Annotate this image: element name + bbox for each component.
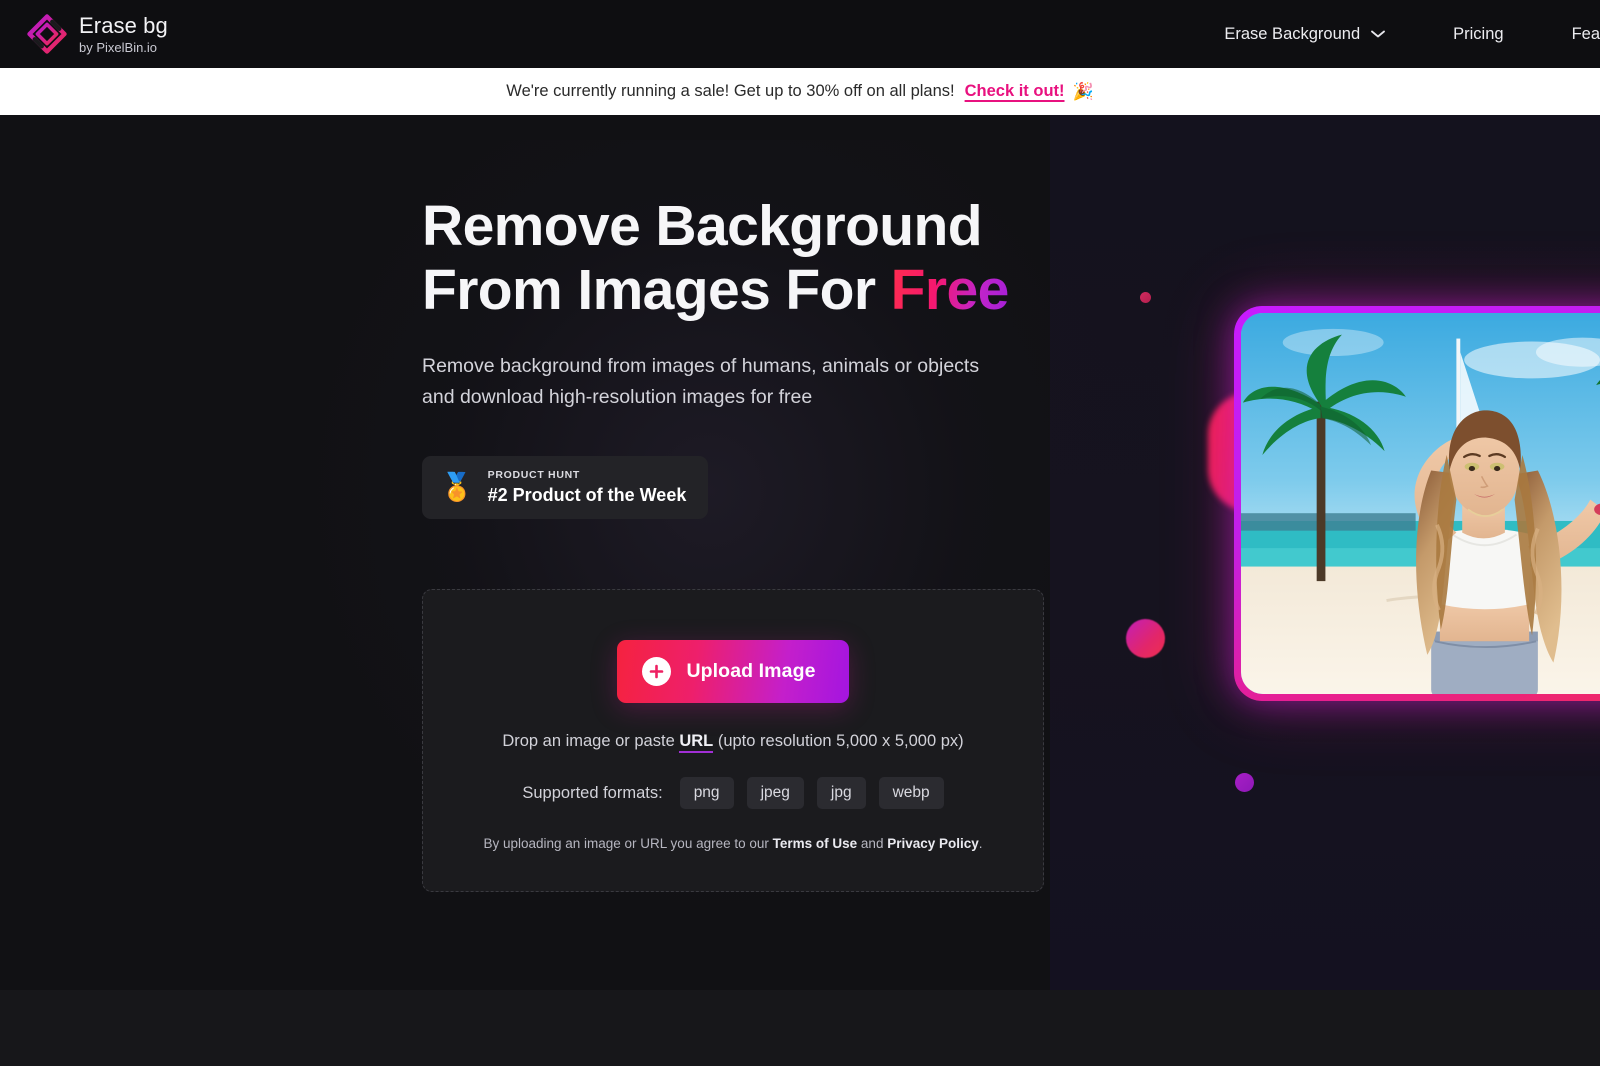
subhead-line-1: Remove background from images of humans,… xyxy=(422,354,980,377)
format-chip-jpg[interactable]: jpg xyxy=(816,777,866,809)
format-chip-webp[interactable]: webp xyxy=(878,777,944,809)
brand-tagline: by PixelBin.io xyxy=(79,39,158,55)
supported-formats-label: Supported formats: xyxy=(522,783,663,802)
medal-icon: 🏅 xyxy=(440,471,474,502)
hero-visual xyxy=(1100,250,1600,810)
hero-section: Remove Background From Images For Free R… xyxy=(422,194,1062,519)
nav-label-erase-background: Erase Background xyxy=(1224,24,1361,43)
headline-highlight-free: Free xyxy=(890,257,1010,322)
headline-line-1: Remove Background xyxy=(422,194,983,258)
paste-url-link[interactable]: URL xyxy=(679,732,714,753)
decorative-dot-large xyxy=(1126,619,1165,658)
brand-name: Erase bg xyxy=(79,12,168,38)
site-header: Erase bg by PixelBin.io Erase Background… xyxy=(0,0,1600,68)
drop-instruction-prefix: Drop an image or paste xyxy=(502,732,680,750)
nav-label-pricing: Pricing xyxy=(1453,24,1504,43)
legal-prefix: By uploading an image or URL you agree t… xyxy=(483,836,773,851)
upload-dropzone-card[interactable]: Upload Image Drop an image or paste URL … xyxy=(422,589,1044,892)
page-title: Remove Background From Images For Free xyxy=(422,194,1062,323)
page-root: Erase bg by PixelBin.io Erase Background… xyxy=(0,0,1600,1066)
promo-banner-text: We're currently running a sale! Get up t… xyxy=(506,82,955,100)
format-chip-png[interactable]: png xyxy=(679,777,734,809)
background-bottom-wash xyxy=(0,990,1600,1066)
product-hunt-badge-text: PRODUCT HUNT #2 Product of the Week xyxy=(488,469,687,506)
legal-suffix: . xyxy=(978,836,983,851)
decorative-dot-medium xyxy=(1235,773,1254,792)
privacy-policy-link[interactable]: Privacy Policy xyxy=(887,836,979,851)
product-hunt-title: #2 Product of the Week xyxy=(487,484,687,505)
format-chip-jpeg[interactable]: jpeg xyxy=(746,777,804,809)
chevron-down-icon[interactable] xyxy=(1371,30,1386,38)
nav-item-pricing[interactable]: Pricing xyxy=(1419,0,1537,68)
headline-line-2-prefix: From Images For xyxy=(422,257,891,322)
brand-logo[interactable]: Erase bg by PixelBin.io xyxy=(26,13,168,55)
promo-banner: We're currently running a sale! Get up t… xyxy=(0,68,1600,115)
nav-item-erase-background[interactable]: Erase Background xyxy=(1190,0,1419,68)
upload-image-button-label: Upload Image xyxy=(686,660,816,682)
sample-photo-frame xyxy=(1234,306,1600,701)
legal-and: and xyxy=(857,836,888,851)
nav-label-features: Fea xyxy=(1571,24,1600,43)
legal-disclaimer: By uploading an image or URL you agree t… xyxy=(483,836,982,851)
main-navigation: Erase Background Pricing Fea xyxy=(1190,0,1600,68)
brand-text-block: Erase bg by PixelBin.io xyxy=(79,12,168,55)
subhead-line-2: and download high-resolution images for … xyxy=(422,386,813,409)
product-hunt-kicker: PRODUCT HUNT xyxy=(487,468,581,481)
supported-formats-row: Supported formats: png jpeg jpg webp xyxy=(522,777,944,809)
party-popper-icon: 🎉 xyxy=(1072,81,1094,101)
sample-photo xyxy=(1241,313,1600,694)
nav-item-features[interactable]: Fea xyxy=(1538,0,1600,68)
promo-banner-link[interactable]: Check it out! xyxy=(965,82,1065,101)
plus-circle-icon xyxy=(642,657,672,686)
erasebg-diamond-logo-icon xyxy=(26,13,68,55)
terms-of-use-link[interactable]: Terms of Use xyxy=(773,836,858,851)
hero-subheading: Remove background from images of humans,… xyxy=(422,351,1062,414)
upload-image-button[interactable]: Upload Image xyxy=(617,640,849,703)
decorative-dot-small xyxy=(1140,292,1151,303)
drop-instruction-suffix: (upto resolution 5,000 x 5,000 px) xyxy=(713,732,964,750)
drop-instruction: Drop an image or paste URL (upto resolut… xyxy=(502,732,964,753)
product-hunt-badge[interactable]: 🏅 PRODUCT HUNT #2 Product of the Week xyxy=(422,455,709,519)
